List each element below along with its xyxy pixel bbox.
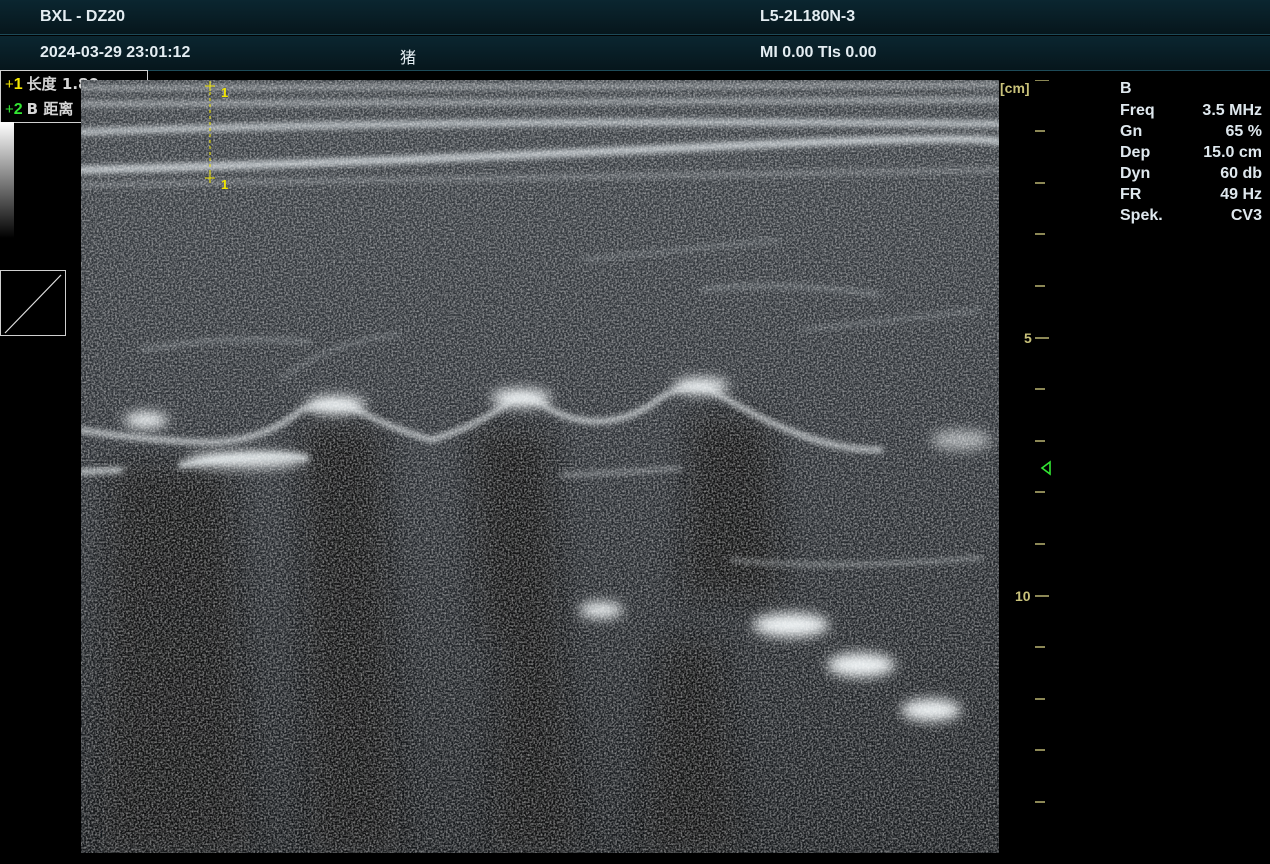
param-value: 49 Hz	[1220, 186, 1262, 203]
depth-ruler: [cm] 5 10	[999, 80, 1079, 853]
caliper-cross-icon: +	[5, 76, 14, 93]
grayscale-bar-icon	[0, 122, 14, 238]
caliper-end-label: 1	[221, 177, 228, 192]
param-value: 3.5 MHz	[1202, 102, 1262, 119]
param-value: 65 %	[1225, 123, 1262, 140]
param-row-gain: Gn 65 %	[1120, 123, 1262, 144]
caliper-start-label: 1	[221, 85, 228, 100]
imaging-parameters-panel: B Freq 3.5 MHz Gn 65 % Dep 15.0 cm Dyn 6…	[1120, 80, 1262, 228]
param-row-frame-rate: FR 49 Hz	[1120, 186, 1262, 207]
param-label: Dep	[1120, 144, 1151, 161]
param-label: FR	[1120, 186, 1142, 203]
param-row-dynamic-range: Dyn 60 db	[1120, 165, 1262, 186]
focus-triangle-icon[interactable]	[1040, 460, 1052, 481]
param-label: Gn	[1120, 123, 1143, 140]
measurement-text: B 距离	[26, 100, 74, 118]
imaging-mode: B	[1120, 80, 1262, 102]
param-row-speckle: Spek. CV3	[1120, 207, 1262, 228]
datetime-label: 2024-03-29 23:01:12	[40, 44, 191, 61]
param-value: 60 db	[1220, 165, 1262, 182]
caliper-cross-icon: +	[5, 101, 14, 118]
patient-label: 猪	[400, 48, 417, 67]
depth-label-5: 5	[1024, 330, 1032, 346]
depth-label-10: 10	[1015, 588, 1031, 604]
param-label: Dyn	[1120, 165, 1151, 182]
ultrasound-image[interactable]: 1 1	[81, 80, 999, 853]
param-row-freq: Freq 3.5 MHz	[1120, 102, 1262, 123]
measurement-row-2[interactable]: +2 B 距离	[5, 98, 73, 122]
param-value: CV3	[1230, 207, 1262, 224]
param-label: Spek.	[1120, 207, 1163, 224]
header-bar-top: BXL - DZ20 L5-2L180N-3	[0, 0, 1270, 35]
param-value: 15.0 cm	[1203, 144, 1262, 161]
param-label: Freq	[1120, 102, 1155, 119]
mode-label: B	[1120, 80, 1132, 97]
measurement-index: 1	[13, 76, 23, 93]
probe-label: L5-2L180N-3	[760, 8, 856, 25]
header-bar-bottom: 2024-03-29 23:01:12 猪 MI 0.00 TIs 0.00	[0, 36, 1270, 71]
mi-tis-label: MI 0.00 TIs 0.00	[760, 44, 877, 61]
param-row-depth: Dep 15.0 cm	[1120, 144, 1262, 165]
gamma-curve-icon[interactable]	[0, 270, 66, 336]
measurement-index: 2	[13, 101, 23, 118]
hospital-label: BXL - DZ20	[40, 8, 126, 25]
